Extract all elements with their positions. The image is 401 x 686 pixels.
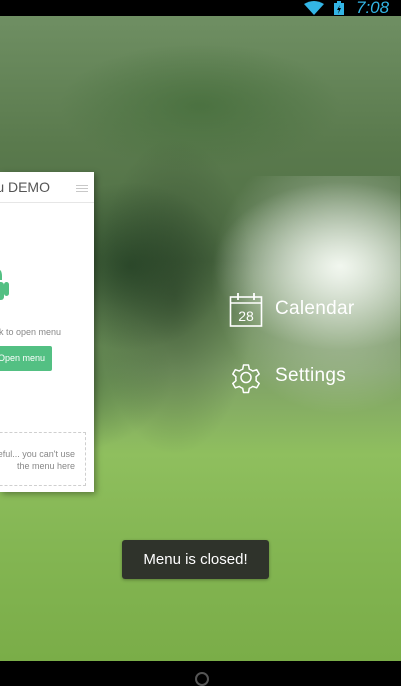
battery-icon [334, 1, 344, 15]
card-note-line1: Be careful... you can't use [0, 449, 75, 459]
open-menu-button[interactable]: Open menu [0, 346, 52, 371]
menu-item-calendar-label: Calendar [275, 298, 355, 319]
demo-app-card[interactable]: Menu DEMO Click to open menu Open menu B… [0, 172, 94, 492]
menu-lines-icon [76, 185, 88, 193]
android-icon [0, 269, 9, 300]
card-note-box: Be careful... you can't use the menu her… [0, 432, 86, 486]
open-menu-button-label: Open menu [0, 353, 45, 363]
card-header: Menu DEMO [0, 172, 94, 203]
status-bar: 7:08 [0, 0, 401, 17]
home-button-icon[interactable] [195, 672, 209, 686]
calendar-icon-day: 28 [238, 308, 254, 324]
card-hint-text: Click to open menu [0, 327, 61, 337]
card-title: Menu DEMO [0, 179, 50, 195]
card-note-line2: the menu here [16, 461, 75, 471]
toast-message: Menu is closed! [122, 540, 269, 579]
wifi-icon [304, 1, 324, 15]
gear-icon [232, 364, 260, 394]
menu-item-settings-label: Settings [275, 365, 347, 386]
toast-text: Menu is closed! [143, 551, 248, 568]
calendar-icon: 28 [229, 293, 263, 327]
